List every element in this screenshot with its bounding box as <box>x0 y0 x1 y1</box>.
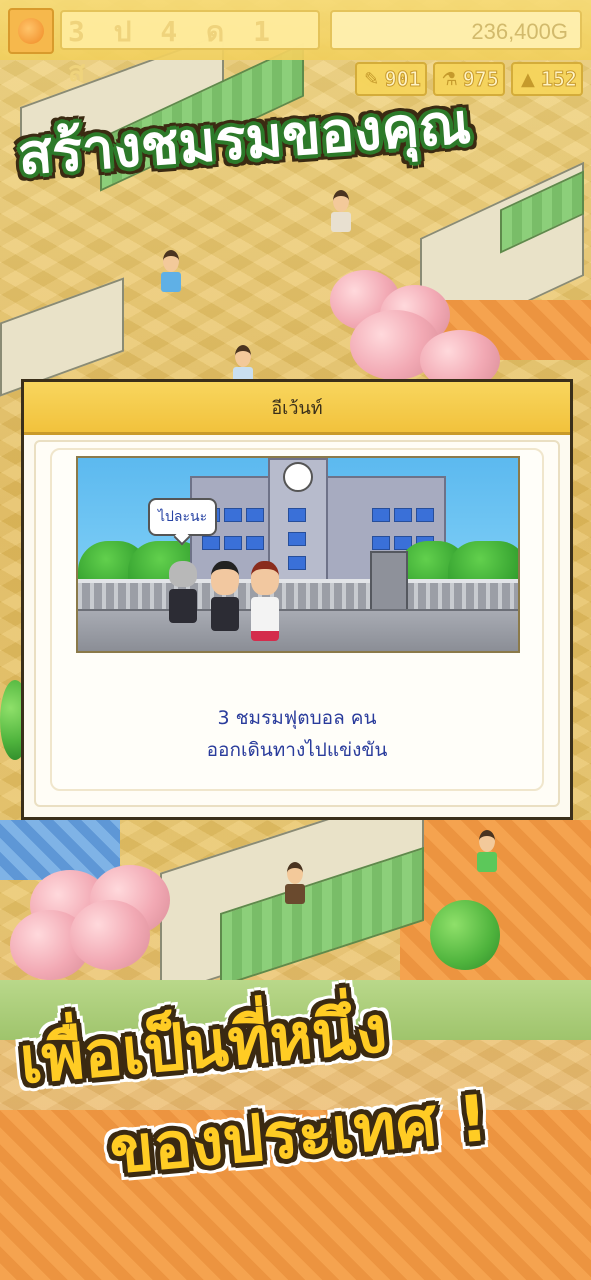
school-emblem-button[interactable] <box>8 8 54 54</box>
club-member-character <box>168 561 198 623</box>
student-character[interactable] <box>330 190 352 232</box>
fence <box>78 579 518 613</box>
event-message-line1: 3 ชมรมฟุตบอล คน <box>217 707 377 729</box>
event-message-line2: ออกเดินทางไปแข่งขัน <box>206 739 388 761</box>
clock-icon <box>283 462 313 492</box>
cherry-tree <box>70 900 150 970</box>
dialog-title: อีเว้นท์ <box>24 382 570 435</box>
event-message: 3 ชมรมฟุตบอล คน ออกเดินทางไปแข่งขัน <box>24 702 570 766</box>
cone-icon: ▲ <box>520 68 535 90</box>
stat-club-points[interactable]: ▲ 152 <box>510 62 583 96</box>
road <box>78 609 518 651</box>
student-character[interactable] <box>160 250 182 292</box>
club-member-character <box>250 561 280 641</box>
event-dialog[interactable]: อีเว้นท์ ไปละนะ 3 ชมรมฟุตบอล คน ออกเดินท… <box>21 379 573 820</box>
student-character[interactable] <box>476 830 498 872</box>
stat-club-value: 152 <box>540 67 577 92</box>
money-display: 236,400G <box>330 10 582 50</box>
event-scene-image: ไปละนะ <box>76 456 520 653</box>
sun-icon <box>18 18 44 44</box>
date-display[interactable]: 3 ป 4 ด 1 ส <box>60 10 320 88</box>
green-tree <box>430 900 500 970</box>
school-gate <box>370 551 408 613</box>
speech-bubble: ไปละนะ <box>148 498 218 536</box>
club-member-character <box>210 561 240 631</box>
student-character[interactable] <box>284 862 306 904</box>
